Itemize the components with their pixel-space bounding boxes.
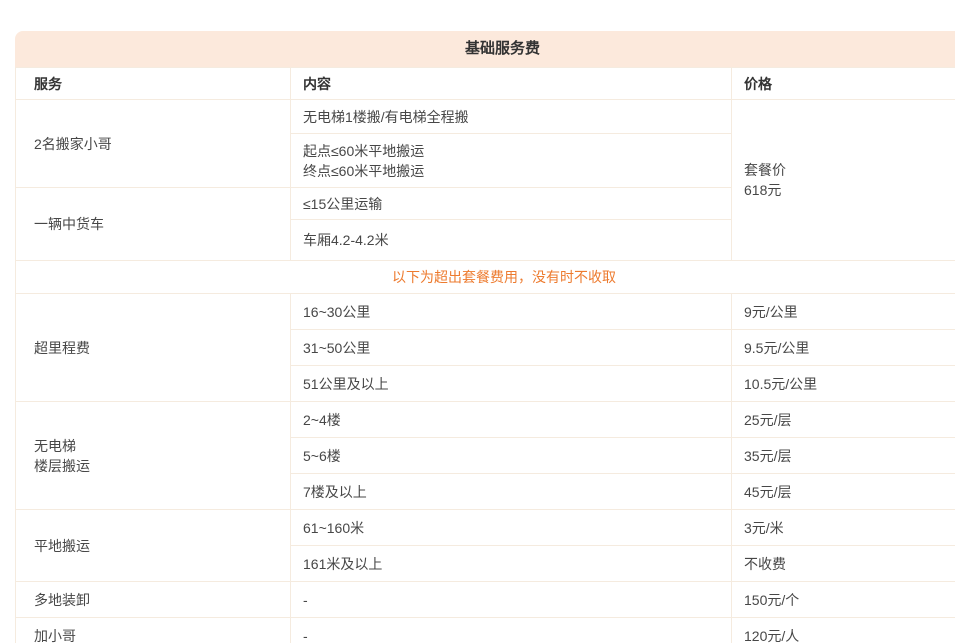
price-cell: 不收费 bbox=[732, 546, 955, 582]
column-header-row: 服务 内容 价格 bbox=[16, 68, 955, 100]
content-cell: - bbox=[291, 582, 732, 618]
col-header-service: 服务 bbox=[16, 68, 291, 100]
content-cell: 161米及以上 bbox=[291, 546, 732, 582]
content-cell: 16~30公里 bbox=[291, 294, 732, 330]
table-row: 2名搬家小哥 无电梯1楼搬/有电梯全程搬 套餐价 618元 bbox=[16, 100, 955, 134]
table-row: 无电梯 楼层搬运 2~4楼 25元/层 bbox=[16, 402, 955, 438]
col-header-price: 价格 bbox=[732, 68, 955, 100]
basic-service-fee-table: 服务 内容 价格 2名搬家小哥 无电梯1楼搬/有电梯全程搬 套餐价 618元 起… bbox=[15, 67, 955, 643]
service-cell-flat-carry: 平地搬运 bbox=[16, 510, 291, 582]
col-header-content: 内容 bbox=[291, 68, 732, 100]
service-cell-extra-worker: 加小哥 bbox=[16, 618, 291, 643]
content-cell: ≤15公里运输 bbox=[291, 188, 732, 220]
service-cell-multi-stop: 多地装卸 bbox=[16, 582, 291, 618]
service-cell-truck: 一辆中货车 bbox=[16, 188, 291, 261]
table-row: 超里程费 16~30公里 9元/公里 bbox=[16, 294, 955, 330]
content-cell: 7楼及以上 bbox=[291, 474, 732, 510]
service-cell-movers: 2名搬家小哥 bbox=[16, 100, 291, 188]
content-cell: 无电梯1楼搬/有电梯全程搬 bbox=[291, 100, 732, 134]
price-cell: 9.5元/公里 bbox=[732, 330, 955, 366]
notice-row: 以下为超出套餐费用，没有时不收取 bbox=[16, 261, 955, 294]
content-cell: - bbox=[291, 618, 732, 643]
table-row: 平地搬运 61~160米 3元/米 bbox=[16, 510, 955, 546]
package-price-label: 套餐价 bbox=[744, 160, 955, 180]
table-row: 加小哥 - 120元/人 bbox=[16, 618, 955, 643]
table-row: 多地装卸 - 150元/个 bbox=[16, 582, 955, 618]
content-cell: 31~50公里 bbox=[291, 330, 732, 366]
service-line: 无电梯 bbox=[34, 436, 280, 456]
service-line: 楼层搬运 bbox=[34, 456, 280, 476]
price-cell: 3元/米 bbox=[732, 510, 955, 546]
price-cell-package: 套餐价 618元 bbox=[732, 100, 955, 261]
content-cell: 61~160米 bbox=[291, 510, 732, 546]
content-cell: 2~4楼 bbox=[291, 402, 732, 438]
service-cell-mileage: 超里程费 bbox=[16, 294, 291, 402]
content-cell: 起点≤60米平地搬运 终点≤60米平地搬运 bbox=[291, 134, 732, 188]
service-cell-stairs: 无电梯 楼层搬运 bbox=[16, 402, 291, 510]
price-cell: 25元/层 bbox=[732, 402, 955, 438]
price-cell: 10.5元/公里 bbox=[732, 366, 955, 402]
price-cell: 35元/层 bbox=[732, 438, 955, 474]
content-line: 起点≤60米平地搬运 bbox=[303, 141, 721, 161]
price-cell: 9元/公里 bbox=[732, 294, 955, 330]
content-line: 终点≤60米平地搬运 bbox=[303, 161, 721, 181]
table-title: 基础服务费 bbox=[15, 31, 955, 67]
content-cell: 车厢4.2-4.2米 bbox=[291, 220, 732, 261]
pricing-table: 基础服务费 服务 内容 价格 2名搬家小哥 无电梯1楼搬/有电梯全程搬 套餐价 … bbox=[15, 31, 955, 643]
price-cell: 150元/个 bbox=[732, 582, 955, 618]
package-price-value: 618元 bbox=[744, 180, 955, 200]
notice-text: 以下为超出套餐费用，没有时不收取 bbox=[16, 261, 955, 294]
content-cell: 5~6楼 bbox=[291, 438, 732, 474]
content-cell: 51公里及以上 bbox=[291, 366, 732, 402]
price-cell: 120元/人 bbox=[732, 618, 955, 643]
price-cell: 45元/层 bbox=[732, 474, 955, 510]
